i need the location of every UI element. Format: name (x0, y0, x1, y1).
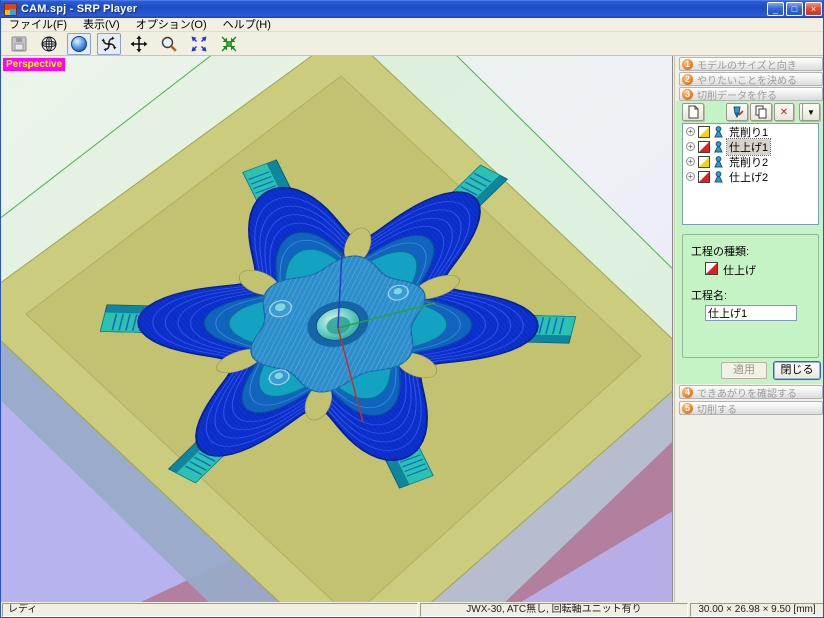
expand-arrows-icon (190, 35, 208, 53)
step-number-badge: 5 (682, 403, 693, 414)
process-item[interactable]: + 仕上げ2 (683, 169, 818, 184)
expand-icon[interactable]: + (686, 127, 695, 136)
apply-button[interactable]: 適用 (721, 362, 767, 379)
copy-process-button[interactable] (750, 103, 772, 121)
toolbar (1, 32, 824, 56)
zoom-view-button[interactable] (157, 33, 181, 55)
tool-icon (713, 171, 724, 183)
new-document-icon (687, 105, 700, 119)
minimize-button[interactable]: _ (767, 2, 784, 16)
step-preview-result[interactable]: 4 できあがりを確認する (679, 385, 823, 399)
close-panel-button[interactable]: 閉じる (773, 361, 821, 380)
new-process-button[interactable] (682, 103, 704, 121)
menu-bar: ファイル(F) 表示(V) オプション(O) ヘルプ(H) (1, 18, 824, 32)
status-bar: レディ JWX-30, ATC無し, 回転軸ユニット有り 30.00 × 26.… (1, 602, 824, 618)
step-model-size[interactable]: 1 モデルのサイズと向き (679, 57, 823, 71)
copy-icon (754, 105, 768, 119)
process-name-input[interactable] (705, 305, 797, 321)
status-ready: レディ (2, 603, 418, 617)
roughing-type-icon (698, 156, 710, 168)
task-panel: 1 モデルのサイズと向き 2 やりたいことを決める 3 切削データを作る ✕ ▲ (674, 56, 824, 602)
close-button[interactable]: × (805, 2, 822, 16)
process-list: + 荒削り1 + 仕上げ1 + 荒削り2 + 仕上げ2 (682, 123, 819, 225)
milling-tool-icon (730, 105, 744, 119)
step-label: 切削データを作る (697, 87, 777, 101)
step-label: 切削する (697, 401, 737, 415)
step-label: やりたいことを決める (697, 72, 797, 86)
app-icon (4, 3, 17, 16)
save-button[interactable] (7, 33, 31, 55)
process-name-label: 工程名: (691, 287, 727, 303)
restore-button[interactable]: □ (786, 2, 803, 16)
collapse-arrows-icon (220, 35, 238, 53)
expand-icon[interactable]: + (686, 157, 695, 166)
status-dimensions: 30.00 × 26.98 × 9.50 [mm] (690, 603, 824, 617)
process-item-label: 仕上げ1 (727, 139, 770, 155)
wireframe-view-button[interactable] (37, 33, 61, 55)
move-down-button[interactable]: ▼ (802, 103, 820, 121)
viewport-3d[interactable]: Perspective (1, 56, 673, 602)
process-type-label: 工程の種類: (691, 243, 749, 259)
window-title: CAM.spj - SRP Player (21, 3, 137, 15)
process-item-label: 荒削り2 (727, 154, 770, 170)
step-number-badge: 3 (682, 89, 693, 100)
step-choose-task[interactable]: 2 やりたいことを決める (679, 72, 823, 86)
step-number-badge: 4 (682, 387, 693, 398)
process-item[interactable]: + 荒削り1 (683, 124, 818, 139)
globe-icon (40, 35, 58, 53)
down-arrow-icon: ▼ (807, 108, 815, 117)
process-item-label: 荒削り1 (727, 124, 770, 140)
sphere-icon (70, 35, 88, 53)
process-settings-group: 工程の種類: 仕上げ 工程名: (682, 234, 819, 358)
delete-process-button[interactable]: ✕ (774, 103, 794, 121)
expand-icon[interactable]: + (686, 172, 695, 181)
menu-options[interactable]: オプション(O) (128, 18, 215, 32)
shaded-view-button[interactable] (67, 33, 91, 55)
menu-view[interactable]: 表示(V) (75, 18, 128, 32)
rotate-icon (100, 35, 118, 53)
process-item-selected[interactable]: + 仕上げ1 (683, 139, 818, 154)
status-machine: JWX-30, ATC無し, 回転軸ユニット有り (420, 603, 688, 617)
menu-file[interactable]: ファイル(F) (1, 18, 75, 32)
tool-icon (713, 156, 724, 168)
floppy-icon (10, 35, 28, 53)
delete-icon: ✕ (780, 107, 788, 118)
projection-label: Perspective (3, 58, 65, 71)
pan-view-button[interactable] (127, 33, 151, 55)
step-number-badge: 1 (682, 59, 693, 70)
finishing-type-icon (698, 141, 710, 153)
expand-icon[interactable]: + (686, 142, 695, 151)
magnifier-icon (160, 35, 178, 53)
step-number-badge: 2 (682, 74, 693, 85)
menu-help[interactable]: ヘルプ(H) (215, 18, 279, 32)
application-window: CAM.spj - SRP Player _ □ × ファイル(F) 表示(V)… (0, 0, 824, 618)
finishing-type-icon (705, 262, 718, 275)
process-item-label: 仕上げ2 (727, 169, 770, 185)
title-bar[interactable]: CAM.spj - SRP Player _ □ × (1, 0, 824, 18)
zoom-center-button[interactable] (217, 33, 241, 55)
step-label: できあがりを確認する (697, 385, 797, 399)
pan-icon (130, 35, 148, 53)
finishing-type-icon (698, 171, 710, 183)
edit-tool-button[interactable] (726, 103, 748, 121)
panel-footer (676, 416, 824, 602)
process-type-value: 仕上げ (723, 262, 756, 278)
3d-scene (1, 56, 673, 602)
tool-icon (713, 141, 724, 153)
zoom-fit-button[interactable] (187, 33, 211, 55)
roughing-type-icon (698, 126, 710, 138)
process-item[interactable]: + 荒削り2 (683, 154, 818, 169)
rotate-view-button[interactable] (97, 33, 121, 55)
step-label: モデルのサイズと向き (697, 57, 797, 71)
step-create-cutting-data[interactable]: 3 切削データを作る (679, 87, 823, 101)
step-cut[interactable]: 5 切削する (679, 401, 823, 415)
tool-icon (713, 126, 724, 138)
